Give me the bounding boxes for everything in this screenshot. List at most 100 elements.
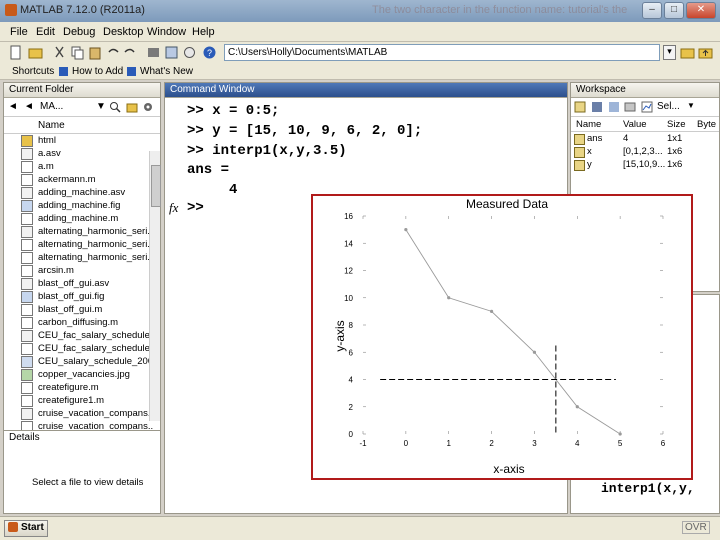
workspace-variable-list: ans 4 1x1 x [0,1,2,3... 1x6 y [15,10,9... 1x6 (571, 132, 719, 171)
file-list-item[interactable]: copper_vacancies.jpg (4, 368, 154, 381)
import-data-icon[interactable] (608, 101, 620, 113)
help-icon[interactable]: ? (202, 45, 217, 60)
file-list-item[interactable]: adding_machine.m (4, 212, 154, 225)
file-list-item[interactable]: html (4, 134, 154, 147)
column-name-header[interactable]: Name (38, 120, 65, 131)
file-list-scrollbar[interactable] (149, 151, 161, 421)
up-folder-icon[interactable] (126, 101, 138, 113)
file-list-item[interactable]: a.m (4, 160, 154, 173)
guide-icon[interactable] (164, 45, 179, 60)
ws-col-value[interactable]: Value (623, 119, 647, 130)
profiler-icon[interactable] (182, 45, 197, 60)
file-list-item[interactable]: adding_machine.asv (4, 186, 154, 199)
command-prompt[interactable]: >> (187, 200, 204, 216)
gear-icon[interactable] (142, 101, 154, 113)
new-variable-icon[interactable] (574, 101, 586, 113)
copy-icon[interactable] (70, 45, 85, 60)
scrollbar-thumb[interactable] (151, 165, 161, 207)
whats-new-link[interactable]: What's New (140, 66, 193, 77)
file-list-item[interactable]: alternating_harmonic_seri... (4, 238, 154, 251)
current-folder-nav: ◄ ◄ MA... ▼ (4, 98, 160, 117)
edit-variable-icon[interactable] (624, 101, 636, 113)
command-output-ans: ans = (187, 162, 230, 178)
figure-window[interactable]: Measured Data x-axis y-axis -1 0 1 2 3 4 5 6 0 2 4… (311, 194, 693, 480)
folder-location[interactable]: MA... (40, 101, 63, 112)
fig-file-icon (21, 200, 33, 212)
file-list-item[interactable]: a.asv (4, 147, 154, 160)
close-button[interactable]: ✕ (686, 2, 716, 19)
how-to-add-link[interactable]: How to Add (72, 66, 123, 77)
jpg-file-icon (21, 369, 33, 381)
y-tick-label: 12 (344, 267, 353, 276)
open-folder-icon[interactable] (28, 45, 43, 60)
current-folder-path-field[interactable]: C:\Users\Holly\Documents\MATLAB (224, 44, 660, 61)
path-dropdown-button[interactable]: ▾ (663, 45, 676, 60)
menu-debug[interactable]: Debug (63, 26, 95, 38)
file-list-item[interactable]: createfigure.m (4, 381, 154, 394)
go-up-folder-icon[interactable] (698, 45, 713, 60)
file-list-item[interactable]: CEU_salary_schedule_2008... (4, 355, 154, 368)
file-list-item[interactable]: createfigure1.m (4, 394, 154, 407)
maximize-button[interactable]: □ (664, 2, 684, 19)
history-snippet-3[interactable]: interp1(x,y, (601, 481, 695, 496)
shortcuts-label[interactable]: Shortcuts (12, 66, 54, 77)
x-axis-label: x-axis (493, 462, 524, 476)
data-point (489, 309, 494, 313)
variable-icon (574, 134, 585, 145)
file-list-item[interactable]: CEU_fac_salary_schedule.m (4, 342, 154, 355)
simulink-icon[interactable] (146, 45, 161, 60)
file-list-item[interactable]: CEU_fac_salary_schedule.a... (4, 329, 154, 342)
m-file-icon (21, 174, 33, 186)
file-list-item[interactable]: blast_off_gui.fig (4, 290, 154, 303)
file-list-item[interactable]: alternating_harmonic_seri... (4, 251, 154, 264)
select-dropdown-arrow-icon[interactable]: ▼ (687, 101, 695, 110)
menu-edit[interactable]: Edit (36, 26, 55, 38)
workspace-variable-row[interactable]: x [0,1,2,3... 1x6 (571, 145, 719, 158)
variable-icon (574, 147, 585, 158)
search-icon[interactable] (109, 101, 121, 113)
x-tick-label: 6 (661, 439, 666, 448)
paste-icon[interactable] (88, 45, 103, 60)
file-list-item[interactable]: alternating_harmonic_seri... (4, 225, 154, 238)
file-list-item[interactable]: adding_machine.fig (4, 199, 154, 212)
minimize-button[interactable]: – (642, 2, 662, 19)
workspace-variable-row[interactable]: ans 4 1x1 (571, 132, 719, 145)
x-tick-label: -1 (359, 439, 367, 448)
cut-icon[interactable] (52, 45, 67, 60)
file-list-item[interactable]: carbon_diffusing.m (4, 316, 154, 329)
file-list-item[interactable]: arcsin.m (4, 264, 154, 277)
m-file-icon (21, 382, 33, 394)
save-workspace-icon[interactable] (591, 101, 603, 113)
forward-arrow-icon[interactable]: ◄ (24, 101, 34, 112)
workspace-variable-row[interactable]: y [15,10,9... 1x6 (571, 158, 719, 171)
variable-name: x (587, 146, 592, 157)
ws-col-bytes[interactable]: Byte (697, 119, 716, 130)
m-file-icon (21, 395, 33, 407)
file-list-item[interactable]: blast_off_gui.asv (4, 277, 154, 290)
menu-window[interactable]: Window (147, 26, 186, 38)
file-name: a.asv (38, 148, 61, 159)
ws-col-name[interactable]: Name (576, 119, 601, 130)
function-browser-fx-icon[interactable]: fx (169, 200, 178, 216)
plot-select-dropdown[interactable]: Sel... (657, 101, 680, 112)
menu-file[interactable]: File (10, 26, 28, 38)
data-point (575, 405, 579, 409)
status-bar: Start OVR (0, 516, 720, 540)
workspace-header: Name Value Size Byte (571, 117, 719, 132)
new-file-icon[interactable] (8, 45, 23, 60)
redo-icon[interactable] (122, 45, 137, 60)
menu-help[interactable]: Help (192, 26, 215, 38)
plot-selection-icon[interactable] (641, 101, 653, 113)
location-dropdown-icon[interactable]: ▼ (96, 101, 106, 112)
ws-col-size[interactable]: Size (667, 119, 685, 130)
file-name: carbon_diffusing.m (38, 317, 119, 328)
start-button[interactable]: Start (4, 520, 48, 537)
back-arrow-icon[interactable]: ◄ (8, 101, 18, 112)
command-line-2: >> y = [15, 10, 9, 6, 2, 0]; (187, 123, 423, 139)
file-list-item[interactable]: ackermann.m (4, 173, 154, 186)
file-list-item[interactable]: cruise_vacation_compans... (4, 407, 154, 420)
menu-desktop[interactable]: Desktop (103, 26, 143, 38)
file-list-item[interactable]: blast_off_gui.m (4, 303, 154, 316)
undo-icon[interactable] (106, 45, 121, 60)
browse-folder-icon[interactable] (680, 45, 695, 60)
